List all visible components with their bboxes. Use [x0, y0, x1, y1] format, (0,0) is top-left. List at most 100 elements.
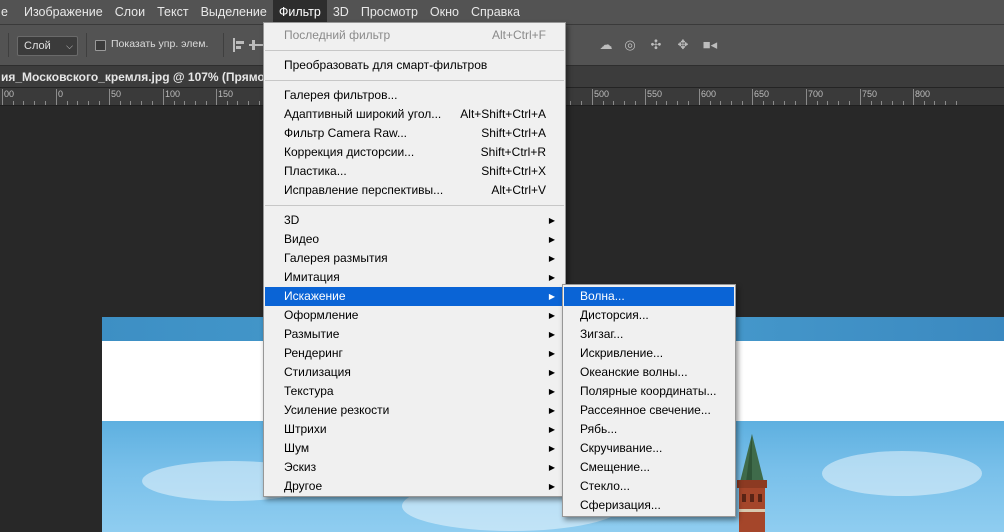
menu-divider — [265, 205, 564, 206]
menu-item-label: Рендеринг — [284, 346, 343, 360]
menu-3d[interactable]: 3D — [327, 0, 355, 25]
ruler-label: 00 — [4, 89, 15, 99]
ruler-minor-tick — [892, 101, 893, 105]
menu-item-camera-raw[interactable]: Фильтр Camera Raw... Shift+Ctrl+A — [265, 124, 564, 143]
show-transform-controls-checkbox[interactable] — [95, 40, 106, 51]
menu-item-liquify[interactable]: Пластика... Shift+Ctrl+X — [265, 162, 564, 181]
submenu-item-pixelate[interactable]: Оформление ▶ — [265, 306, 564, 325]
ruler-minor-tick — [731, 101, 732, 105]
ruler-label: 800 — [915, 89, 931, 99]
ruler-minor-tick — [120, 101, 121, 105]
menu-type[interactable]: Текст — [151, 0, 194, 25]
rotate-3d-icon[interactable]: ☁ — [596, 36, 616, 54]
menu-item-polar-coordinates[interactable]: Полярные координаты... — [564, 382, 734, 401]
auto-select-value: Слой — [24, 40, 51, 52]
submenu-item-texture[interactable]: Текстура ▶ — [265, 382, 564, 401]
ruler-minor-tick — [710, 101, 711, 105]
submenu-item-video[interactable]: Видео ▶ — [265, 230, 564, 249]
menu-item-lens-correction[interactable]: Коррекция дисторсии... Shift+Ctrl+R — [265, 143, 564, 162]
scale-3d-icon[interactable]: ■◂ — [700, 36, 720, 54]
menu-item-twirl[interactable]: Скручивание... — [564, 439, 734, 458]
menu-item-zigzag[interactable]: Зигзаг... — [564, 325, 734, 344]
menu-item-label: Видео — [284, 232, 320, 246]
menu-item-label: Пластика... — [284, 164, 347, 178]
ruler-minor-tick — [613, 101, 614, 105]
menu-edit[interactable]: е — [0, 0, 18, 25]
align-left-edges-icon[interactable] — [233, 38, 247, 52]
roll-3d-icon[interactable]: ◎ — [620, 36, 640, 54]
menu-item-adaptive-wide-angle[interactable]: Адаптивный широкий угол... Alt+Shift+Ctr… — [265, 105, 564, 124]
ruler-minor-tick — [838, 101, 839, 105]
menu-item-label: Океанские волны... — [580, 365, 688, 379]
menu-item-spherize[interactable]: Сферизация... — [564, 496, 734, 515]
menu-item-displace[interactable]: Смещение... — [564, 458, 734, 477]
submenu-item-sharpen[interactable]: Усиление резкости ▶ — [265, 401, 564, 420]
menu-item-label: Усиление резкости — [284, 403, 390, 417]
slide-3d-icon[interactable]: ✥ — [673, 36, 693, 54]
submenu-item-artistic[interactable]: Имитация ▶ — [265, 268, 564, 287]
menu-item-vanishing-point[interactable]: Исправление перспективы... Alt+Ctrl+V — [265, 181, 564, 200]
menu-view[interactable]: Просмотр — [355, 0, 424, 25]
submenu-item-sketch[interactable]: Эскиз ▶ — [265, 458, 564, 477]
menu-item-ripple[interactable]: Рябь... — [564, 420, 734, 439]
submenu-arrow-icon: ▶ — [548, 425, 555, 434]
submenu-arrow-icon: ▶ — [548, 349, 555, 358]
ruler-minor-tick — [773, 101, 774, 105]
submenu-arrow-icon: ▶ — [548, 387, 555, 396]
ruler-minor-tick — [184, 101, 185, 105]
menu-item-filter-gallery[interactable]: Галерея фильтров... — [265, 86, 564, 105]
menu-window[interactable]: Окно — [424, 0, 465, 25]
ruler-minor-tick — [259, 101, 260, 105]
menu-item-convert-smart-filters[interactable]: Преобразовать для смарт-фильтров — [265, 56, 564, 75]
ruler-label: 50 — [111, 89, 122, 99]
submenu-item-blur[interactable]: Размытие ▶ — [265, 325, 564, 344]
menu-layers[interactable]: Слои — [109, 0, 151, 25]
show-transform-controls-label[interactable]: Показать упр. элем. — [111, 38, 208, 50]
submenu-item-stylize[interactable]: Стилизация ▶ — [265, 363, 564, 382]
submenu-item-other[interactable]: Другое ▶ — [265, 477, 564, 496]
menu-item-last-filter: Последний фильтр Alt+Ctrl+F — [265, 26, 564, 45]
submenu-item-distort[interactable]: Искажение ▶ — [265, 287, 564, 306]
ruler-minor-tick — [677, 101, 678, 105]
auto-select-dropdown[interactable]: Слой ⌵ — [17, 36, 78, 56]
menu-item-wave[interactable]: Волна... — [564, 287, 734, 306]
ruler-label: 100 — [165, 89, 181, 99]
menu-item-diffuse-glow[interactable]: Рассеянное свечение... — [564, 401, 734, 420]
menu-item-displace-dist[interactable]: Дисторсия... — [564, 306, 734, 325]
menu-item-label: Адаптивный широкий угол... — [284, 107, 442, 121]
menu-item-label: Скручивание... — [580, 441, 663, 455]
submenu-arrow-icon: ▶ — [548, 216, 555, 225]
menu-item-label: 3D — [284, 213, 300, 227]
ruler-minor-tick — [195, 101, 196, 105]
submenu-arrow-icon: ▶ — [548, 368, 555, 377]
divider — [8, 33, 9, 57]
menu-item-label: Текстура — [284, 384, 334, 398]
ruler-label: 750 — [862, 89, 878, 99]
ruler-minor-tick — [34, 101, 35, 105]
submenu-item-brush-strokes[interactable]: Штрихи ▶ — [265, 420, 564, 439]
submenu-item-noise[interactable]: Шум ▶ — [265, 439, 564, 458]
menu-help[interactable]: Справка — [465, 0, 526, 25]
menu-item-ocean-ripple[interactable]: Океанские волны... — [564, 363, 734, 382]
document-tab[interactable]: ия_Московского_кремля.jpg @ 107% (Прямоу… — [0, 66, 291, 88]
submenu-item-blur-gallery[interactable]: Галерея размытия ▶ — [265, 249, 564, 268]
drag-3d-icon[interactable]: ✣ — [646, 36, 666, 54]
menu-item-label: Рассеянное свечение... — [580, 403, 711, 417]
ruler-minor-tick — [742, 101, 743, 105]
menu-image[interactable]: Изображение — [18, 0, 109, 25]
ruler-major-tick — [109, 89, 110, 105]
submenu-item-3d[interactable]: 3D ▶ — [265, 211, 564, 230]
submenu-item-render[interactable]: Рендеринг ▶ — [265, 344, 564, 363]
menu-item-shear[interactable]: Искривление... — [564, 344, 734, 363]
menu-filter[interactable]: Фильтр — [272, 0, 327, 25]
ruler-minor-tick — [635, 101, 636, 105]
submenu-arrow-icon: ▶ — [548, 292, 555, 301]
menu-item-glass[interactable]: Стекло... — [564, 477, 734, 496]
menu-select[interactable]: Выделение — [195, 0, 273, 25]
menu-divider — [265, 80, 564, 81]
align-vertical-centers-icon[interactable] — [249, 38, 263, 52]
ruler-label: 650 — [754, 89, 770, 99]
ruler-minor-tick — [248, 101, 249, 105]
ruler-minor-tick — [227, 101, 228, 105]
submenu-arrow-icon: ▶ — [548, 482, 555, 491]
